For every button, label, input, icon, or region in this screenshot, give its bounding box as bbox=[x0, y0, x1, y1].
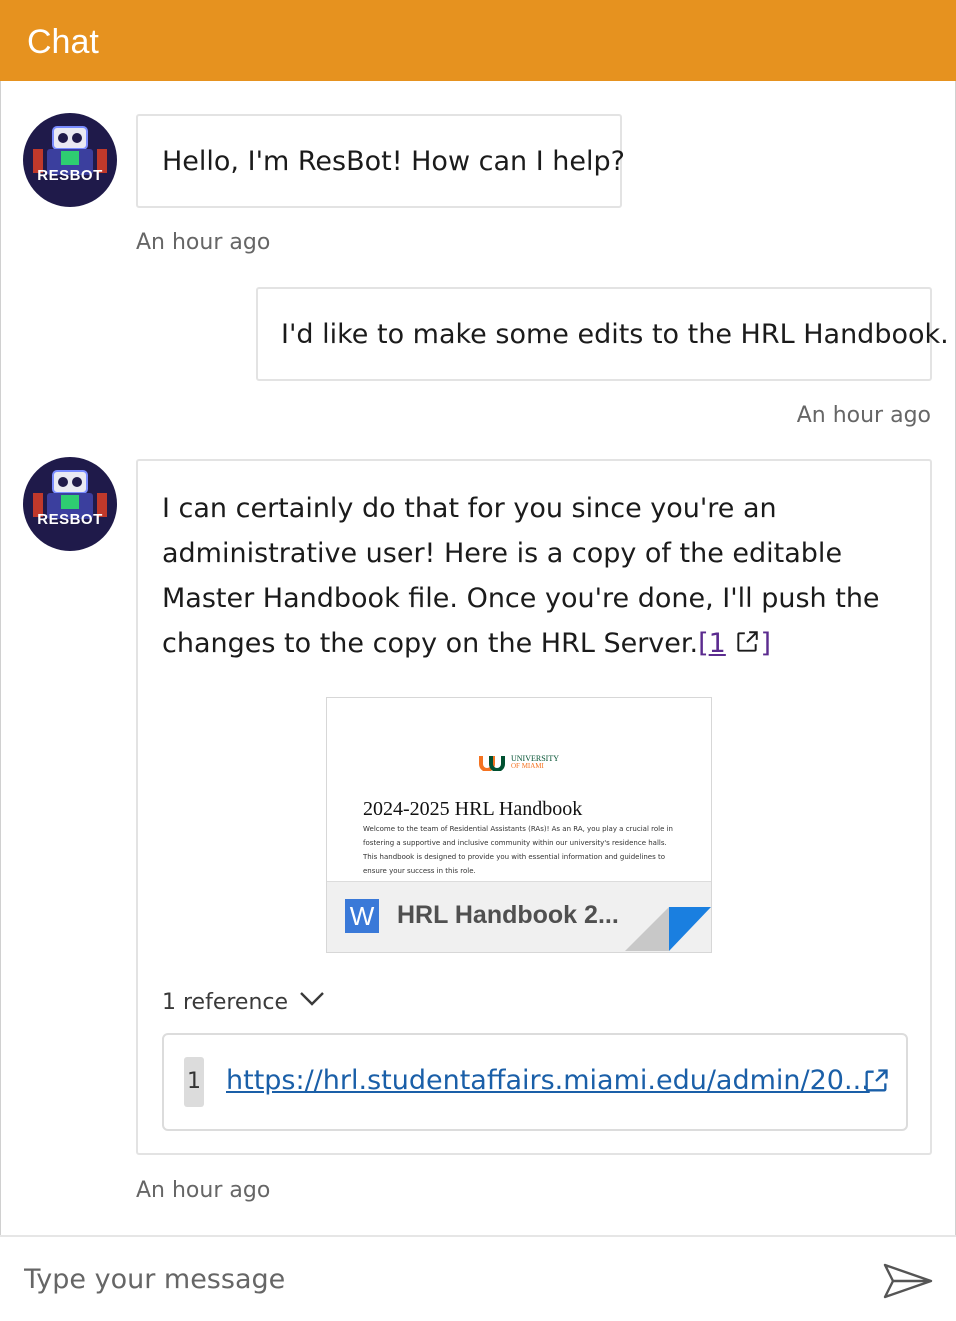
attachment-card[interactable]: UNIVERSITY OF MIAMI 2024-2025 HRL Handbo… bbox=[326, 697, 712, 953]
preview-title: 2024-2025 HRL Handbook bbox=[363, 798, 583, 820]
message-text: I can certainly do that for you since yo… bbox=[162, 486, 912, 666]
chevron-down-icon bbox=[300, 992, 324, 1006]
um-logo-icon bbox=[479, 756, 505, 771]
robot-icon bbox=[33, 126, 107, 175]
robot-icon bbox=[33, 470, 107, 519]
page-curl-icon bbox=[625, 907, 711, 951]
references-toggle[interactable]: 1 reference bbox=[162, 989, 325, 1017]
document-preview: UNIVERSITY OF MIAMI 2024-2025 HRL Handbo… bbox=[327, 698, 711, 881]
external-link-icon[interactable] bbox=[862, 1067, 890, 1095]
chat-header: Chat bbox=[0, 0, 956, 81]
message-text: I'd like to make some edits to the HRL H… bbox=[281, 319, 949, 350]
message-body: I can certainly do that for you since yo… bbox=[162, 493, 880, 659]
message-text: Hello, I'm ResBot! How can I help? bbox=[162, 146, 625, 177]
attachment-name: HRL Handbook 2... bbox=[397, 901, 619, 929]
message-timestamp: An hour ago bbox=[796, 403, 931, 428]
chat-title: Chat bbox=[27, 23, 99, 61]
references-label: 1 reference bbox=[162, 990, 289, 1015]
message-input[interactable] bbox=[24, 1259, 844, 1299]
bot-message: I can certainly do that for you since yo… bbox=[136, 459, 932, 1155]
message-timestamp: An hour ago bbox=[136, 1178, 271, 1203]
logo-line2: OF MIAMI bbox=[511, 762, 544, 770]
reference-link[interactable]: https://hrl.studentaffairs.miami.edu/adm… bbox=[226, 1063, 870, 1099]
citation-link[interactable]: [1 ] bbox=[698, 628, 771, 659]
reference-item: 1 https://hrl.studentaffairs.miami.edu/a… bbox=[162, 1033, 908, 1131]
user-message: I'd like to make some edits to the HRL H… bbox=[256, 287, 949, 381]
avatar-label: RESBOT bbox=[37, 167, 103, 184]
word-file-icon: W bbox=[345, 899, 379, 933]
resbot-avatar: RESBOT bbox=[23, 113, 117, 207]
send-icon[interactable] bbox=[882, 1262, 934, 1300]
reference-number: 1 bbox=[184, 1057, 204, 1107]
avatar-label: RESBOT bbox=[37, 511, 103, 528]
preview-body: Welcome to the team of Residential Assis… bbox=[363, 825, 673, 875]
message-composer bbox=[0, 1235, 956, 1321]
bot-message: Hello, I'm ResBot! How can I help? bbox=[136, 114, 625, 208]
resbot-avatar: RESBOT bbox=[23, 457, 117, 551]
attachment-footer: W HRL Handbook 2... bbox=[327, 881, 711, 952]
external-link-icon bbox=[737, 631, 759, 652]
message-timestamp: An hour ago bbox=[136, 230, 271, 255]
